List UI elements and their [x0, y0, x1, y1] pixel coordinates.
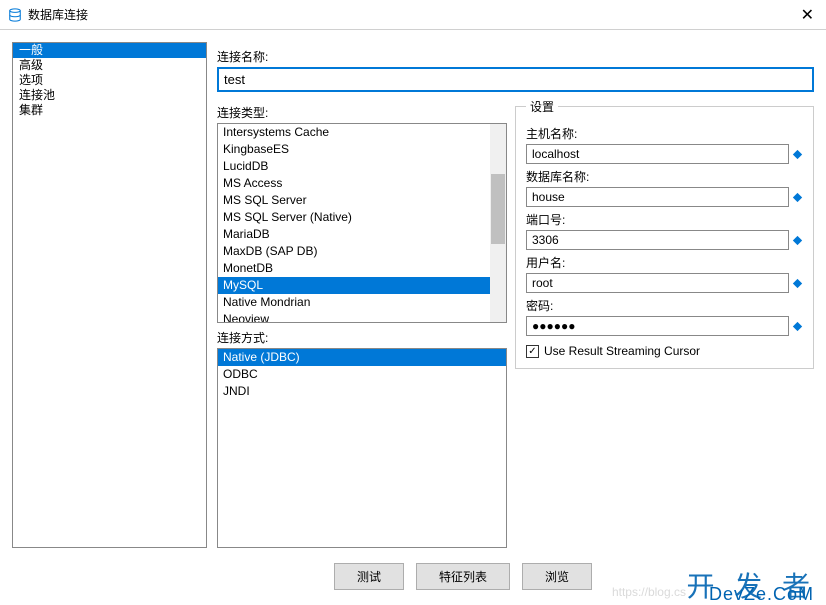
scrollbar-thumb[interactable]	[491, 174, 505, 244]
variable-icon[interactable]	[791, 148, 803, 160]
user-label: 用户名:	[526, 254, 803, 271]
cursor-checkbox[interactable]: ✓	[526, 345, 539, 358]
connection-mode-listbox[interactable]: Native (JDBC)ODBCJNDI	[217, 348, 507, 548]
password-input[interactable]	[526, 316, 789, 336]
watermark-sub: DevZe.CoM	[709, 584, 814, 605]
variable-icon[interactable]	[791, 320, 803, 332]
connection-type-item[interactable]: MonetDB	[218, 260, 490, 277]
main-panel: 连接名称: 连接类型: Intersystems CacheKingbaseES…	[217, 42, 814, 548]
cursor-checkbox-row[interactable]: ✓ Use Result Streaming Cursor	[526, 344, 803, 358]
cursor-checkbox-label: Use Result Streaming Cursor	[544, 344, 700, 358]
test-button[interactable]: 测试	[334, 563, 404, 590]
connection-type-label: 连接类型:	[217, 104, 507, 121]
connection-mode-item[interactable]: ODBC	[218, 366, 506, 383]
settings-fieldset: 设置 主机名称: 数据库名称:	[515, 98, 814, 369]
close-button[interactable]: ✕	[797, 5, 818, 25]
variable-icon[interactable]	[791, 234, 803, 246]
user-input[interactable]	[526, 273, 789, 293]
connection-type-item[interactable]: MS SQL Server (Native)	[218, 209, 490, 226]
database-icon	[8, 8, 22, 22]
feature-list-button[interactable]: 特征列表	[416, 563, 510, 590]
connection-type-item[interactable]: MaxDB (SAP DB)	[218, 243, 490, 260]
dialog-body: 一般高级选项连接池集群 连接名称: 连接类型: Intersystems Cac…	[0, 30, 826, 560]
connection-type-item[interactable]: MySQL	[218, 277, 490, 294]
port-label: 端口号:	[526, 211, 803, 228]
sidebar-item[interactable]: 高级	[13, 58, 206, 73]
host-label: 主机名称:	[526, 125, 803, 142]
variable-icon[interactable]	[791, 191, 803, 203]
connection-type-item[interactable]: Intersystems Cache	[218, 124, 490, 141]
connection-type-listbox[interactable]: Intersystems CacheKingbaseESLucidDBMS Ac…	[217, 123, 507, 323]
watermark-url: https://blog.cs	[612, 585, 686, 599]
port-input[interactable]	[526, 230, 789, 250]
connection-type-item[interactable]: MS SQL Server	[218, 192, 490, 209]
sidebar-item[interactable]: 一般	[13, 43, 206, 58]
connection-name-input[interactable]	[217, 67, 814, 92]
connection-mode-item[interactable]: Native (JDBC)	[218, 349, 506, 366]
connection-mode-label: 连接方式:	[217, 329, 507, 346]
connection-type-item[interactable]: KingbaseES	[218, 141, 490, 158]
connection-type-item[interactable]: MariaDB	[218, 226, 490, 243]
sidebar-item[interactable]: 集群	[13, 103, 206, 118]
connection-type-item[interactable]: LucidDB	[218, 158, 490, 175]
titlebar: 数据库连接 ✕	[0, 0, 826, 30]
scrollbar[interactable]	[490, 124, 506, 322]
connection-type-item[interactable]: MS Access	[218, 175, 490, 192]
connection-mode-item[interactable]: JNDI	[218, 383, 506, 400]
connection-name-label: 连接名称:	[217, 48, 814, 65]
sidebar: 一般高级选项连接池集群	[12, 42, 207, 548]
host-input[interactable]	[526, 144, 789, 164]
browse-button[interactable]: 浏览	[522, 563, 592, 590]
connection-type-item[interactable]: Native Mondrian	[218, 294, 490, 311]
dbname-label: 数据库名称:	[526, 168, 803, 185]
dbname-input[interactable]	[526, 187, 789, 207]
footer: 测试 特征列表 浏览	[0, 560, 826, 593]
variable-icon[interactable]	[791, 277, 803, 289]
password-label: 密码:	[526, 297, 803, 314]
sidebar-item[interactable]: 选项	[13, 73, 206, 88]
connection-type-item[interactable]: Neoview	[218, 311, 490, 322]
window-title: 数据库连接	[28, 6, 797, 23]
sidebar-item[interactable]: 连接池	[13, 88, 206, 103]
settings-legend: 设置	[526, 98, 558, 115]
